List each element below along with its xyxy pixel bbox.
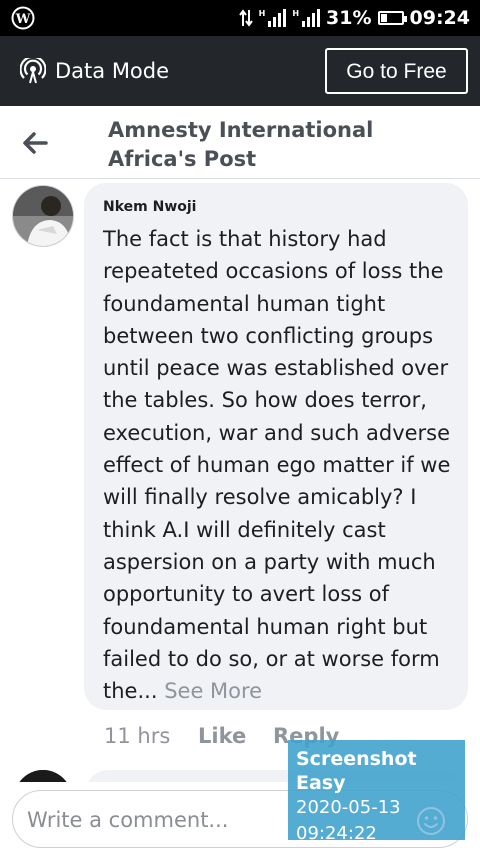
- back-arrow-icon[interactable]: [20, 128, 50, 158]
- network-type-1: H: [258, 9, 266, 18]
- data-mode-bar: Data Mode Go to Free: [0, 36, 480, 106]
- like-button[interactable]: Like: [198, 724, 246, 748]
- comment-time: 11 hrs: [104, 724, 171, 748]
- comment-body: The fact is that history had repeateted …: [103, 227, 451, 704]
- page-title-line2: Africa's Post: [108, 147, 257, 171]
- comment-text: The fact is that history had repeateted …: [103, 223, 453, 707]
- see-more-link[interactable]: See More: [164, 679, 262, 703]
- post-header: Amnesty International Africa's Post: [0, 106, 480, 179]
- avatar[interactable]: [12, 185, 74, 247]
- broadcast-icon: [20, 58, 46, 84]
- comment-bubble: Nkem Nwoji The fact is that history had …: [84, 183, 468, 710]
- emoji-icon[interactable]: [416, 806, 446, 836]
- comment-author[interactable]: Nkem Nwoji: [103, 199, 196, 215]
- page-title-line1: Amnesty International: [108, 118, 374, 142]
- page-title: Amnesty International Africa's Post: [108, 116, 373, 174]
- battery-percent: 31%: [326, 7, 372, 29]
- battery-icon: [377, 11, 407, 25]
- data-mode-label: Data Mode: [55, 59, 170, 83]
- signal-icon: H: [259, 9, 287, 27]
- data-transfer-icon: [238, 9, 253, 27]
- go-to-free-button[interactable]: Go to Free: [325, 48, 468, 94]
- network-type-2: H: [292, 9, 300, 18]
- status-bar: W H H 31% 09:24: [0, 0, 480, 36]
- avatar-photo: [13, 186, 73, 246]
- wordpress-icon: W: [11, 6, 35, 30]
- svg-text:W: W: [15, 12, 31, 27]
- watermark-app: Screenshot Easy: [296, 748, 417, 794]
- clock: 09:24: [409, 7, 470, 29]
- signal-icon-2: H: [292, 9, 321, 27]
